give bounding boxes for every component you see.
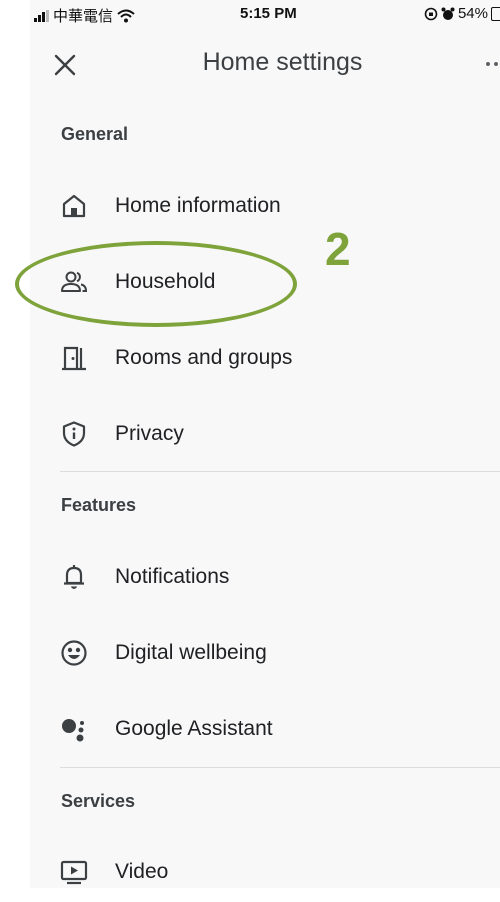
list-item-label: Digital wellbeing [115,641,267,664]
close-icon [54,54,76,76]
wellbeing-icon [61,640,87,666]
video-play-icon [60,860,88,885]
list-item-label: Rooms and groups [115,346,293,369]
signal-strength-icon [34,9,49,22]
bell-icon [64,565,84,589]
status-right: 54% [424,5,500,22]
list-item-privacy[interactable]: Privacy [30,404,500,464]
list-item-label: Video [115,860,169,883]
list-item-household[interactable]: Household [30,252,500,312]
list-item-label: Privacy [115,422,184,445]
screen-lock-icon [424,7,438,20]
page-title: Home settings [202,48,363,76]
list-item-google-assistant[interactable]: Google Assistant [30,699,500,759]
section-divider [60,471,500,472]
battery-percent: 54% [457,5,488,22]
list-item-label: Google Assistant [115,717,273,740]
list-item-video[interactable]: Video [30,842,500,902]
list-item-rooms-and-groups[interactable]: Rooms and groups [30,328,500,388]
list-item-notifications[interactable]: Notifications [30,547,500,607]
list-item-label: Household [115,270,216,293]
carrier-name: 中華電信 [53,8,114,25]
section-heading-services: Services [61,791,136,811]
alarm-icon [441,7,455,20]
more-options-button[interactable] [484,56,500,72]
assistant-icon [62,719,84,742]
status-left: 中華電信 [34,5,135,26]
list-item-label: Notifications [115,565,230,588]
people-icon [61,271,88,292]
annotation-step-number: 2 [325,223,351,275]
close-button[interactable] [50,50,80,80]
list-item-home-information[interactable]: Home information [30,176,500,236]
more-options-icon [486,62,490,66]
door-icon [62,346,86,371]
list-item-label: Home information [115,194,281,217]
more-options-dot [494,62,498,66]
shield-info-icon [62,421,86,447]
home-icon [62,194,86,218]
status-time: 5:15 PM [240,5,297,22]
wifi-icon [117,9,135,22]
section-heading-features: Features [61,495,137,515]
list-item-digital-wellbeing[interactable]: Digital wellbeing [30,623,500,683]
status-bar: 中華電信 5:15 PM 54% [0,0,500,30]
section-divider [60,767,500,768]
battery-icon [491,6,500,21]
section-heading-general: General [61,124,129,144]
